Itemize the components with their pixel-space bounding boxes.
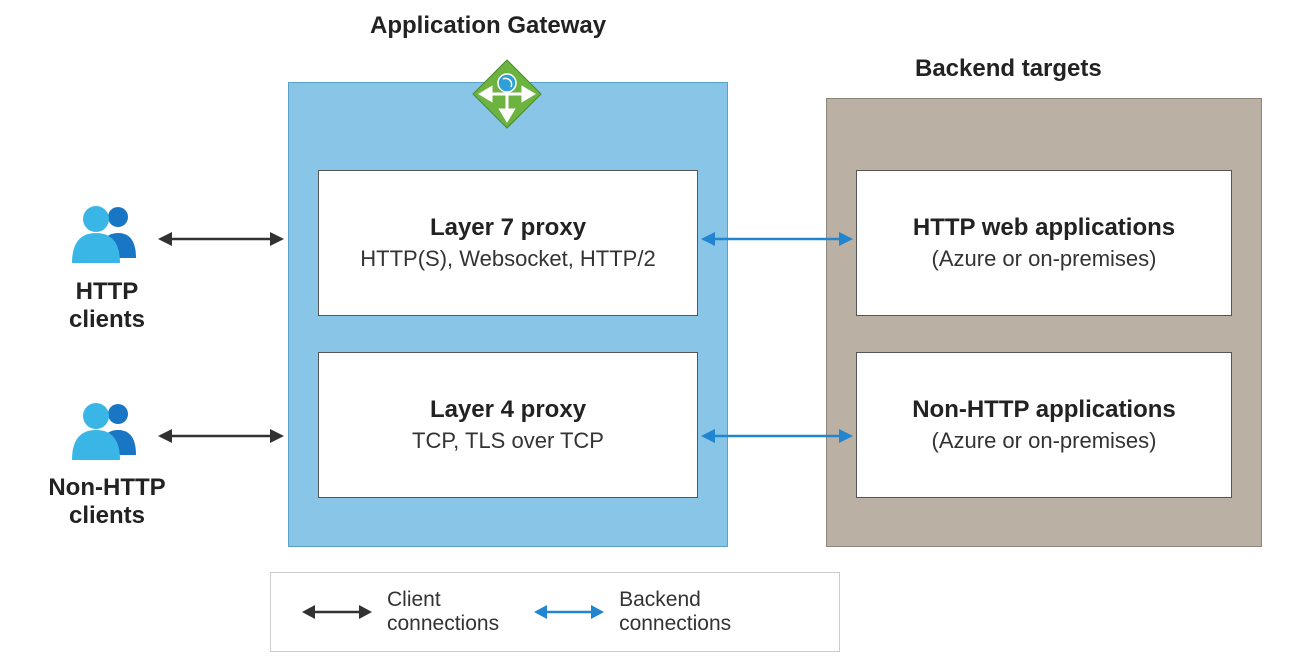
legend: Clientconnections Backendconnections [270, 572, 840, 652]
layer4-proxy-box: Layer 4 proxy TCP, TLS over TCP [318, 352, 698, 498]
client-arrow-http [156, 227, 286, 251]
client-arrow-nonhttp [156, 424, 286, 448]
gateway-icon [471, 58, 543, 130]
backend-nonhttp-title: Non-HTTP applications [865, 396, 1223, 424]
layer7-proxy-title: Layer 7 proxy [327, 214, 689, 242]
http-clients-label: HTTPclients [17, 278, 197, 334]
gateway-title: Application Gateway [370, 12, 606, 40]
layer4-proxy-title: Layer 4 proxy [327, 396, 689, 424]
backend-nonhttp-box: Non-HTTP applications (Azure or on-premi… [856, 352, 1232, 498]
layer7-proxy-sub: HTTP(S), Websocket, HTTP/2 [327, 246, 689, 272]
legend-backend-label: Backendconnections [619, 588, 731, 636]
legend-backend-connections: Backendconnections [533, 588, 731, 636]
backend-http-sub: (Azure or on-premises) [865, 246, 1223, 272]
nonhttp-clients-icon [70, 400, 140, 460]
layer4-proxy-sub: TCP, TLS over TCP [327, 428, 689, 454]
backend-arrow-http [699, 227, 855, 251]
nonhttp-clients-label: Non-HTTPclients [17, 474, 197, 530]
backend-http-title: HTTP web applications [865, 214, 1223, 242]
http-clients-icon [70, 203, 140, 263]
legend-client-label: Clientconnections [387, 588, 499, 636]
backend-title: Backend targets [915, 55, 1102, 83]
backend-http-box: HTTP web applications (Azure or on-premi… [856, 170, 1232, 316]
backend-arrow-nonhttp [699, 424, 855, 448]
legend-client-connections: Clientconnections [301, 588, 499, 636]
double-arrow-black-icon [301, 600, 373, 624]
double-arrow-blue-icon [533, 600, 605, 624]
layer7-proxy-box: Layer 7 proxy HTTP(S), Websocket, HTTP/2 [318, 170, 698, 316]
backend-nonhttp-sub: (Azure or on-premises) [865, 428, 1223, 454]
